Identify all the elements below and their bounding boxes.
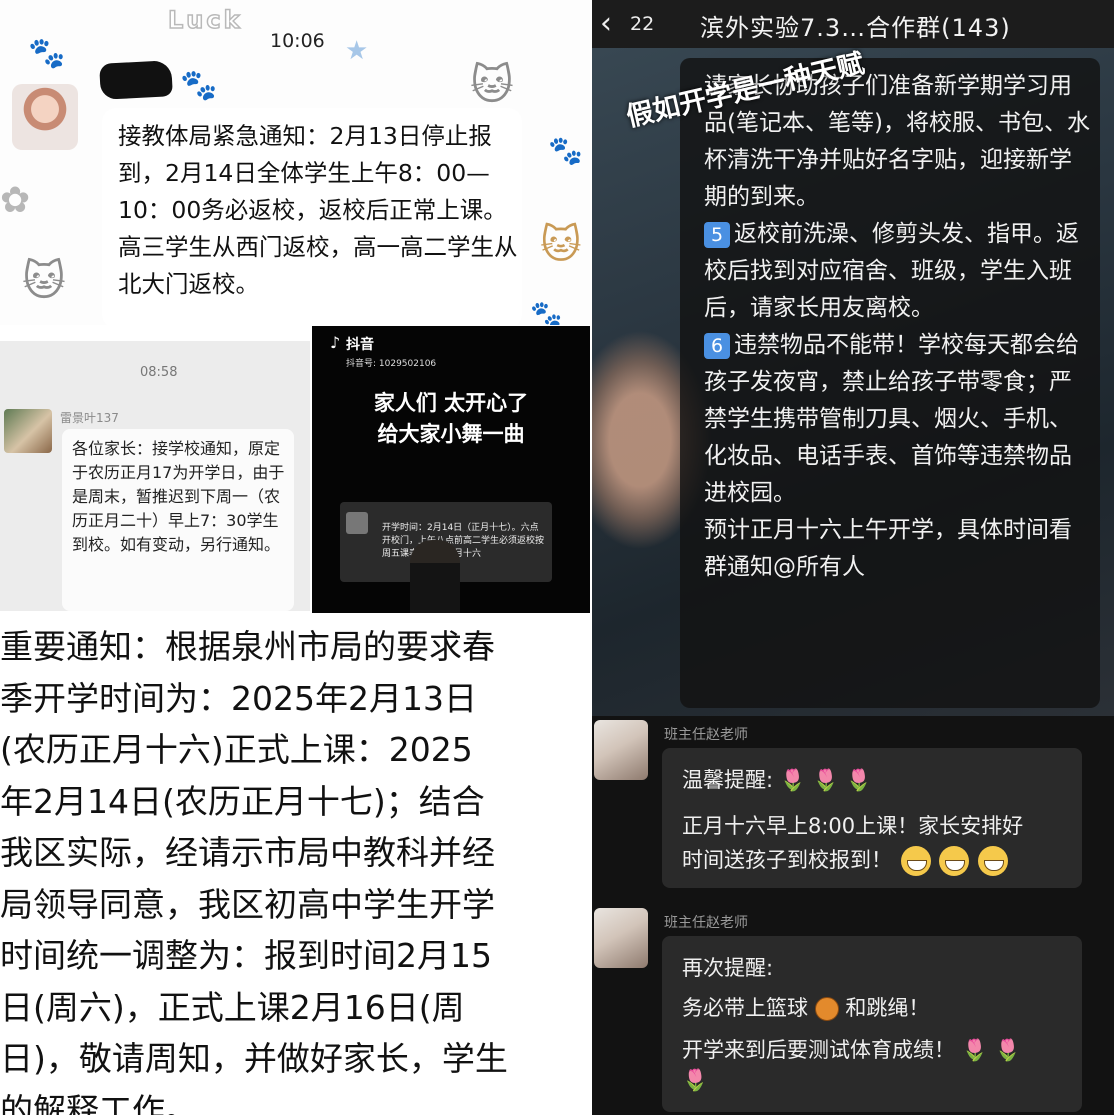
avatar <box>346 512 368 534</box>
item-5-text: 返校前洗澡、修剪头发、指甲。返校后找到对应宿舍、班级，学生入班后，请家长用友离校… <box>704 221 1079 321</box>
notice-panel: 重要通知：根据泉州市局的要求春 季开学时间为：2025年2月13日 (农历正月十… <box>0 613 592 1115</box>
douyin-logo-icon: ♪ <box>330 333 341 352</box>
tulip-icon: 🌷 <box>994 1038 1021 1062</box>
avatar[interactable] <box>12 84 78 150</box>
message-text: 请家长协助孩子们准备新学期学习用品(笔记本、笔等)，将校服、书包、水杯清洗干净并… <box>704 68 1094 586</box>
douyin-video-panel[interactable]: ♪ 抖音 抖音号: 1029502106 家人们 太开心了 给大家小舞一曲 开学… <box>312 326 590 616</box>
message-title: 再次提醒: <box>682 956 774 980</box>
avatar[interactable] <box>594 720 648 780</box>
grin-emoji-icon <box>978 846 1009 876</box>
caption-line: 给大家小舞一曲 <box>377 422 525 446</box>
sender-name: 雷景叶137 <box>60 411 119 425</box>
message-time: 08:58 <box>140 365 178 380</box>
tulip-icon: 🌷 <box>845 768 872 792</box>
cat-sticker-icon: 🐱 <box>540 222 582 268</box>
redacted-name <box>99 60 173 100</box>
sms-panel: 08:58 雷景叶137 各位家长：接学校通知，原定于农历正月17为开学日，由于… <box>0 341 310 611</box>
message-text: 接教体局紧急通知：2月13日停止报到，2月14日全体学生上午8：00—10：00… <box>118 122 518 298</box>
outro-text: 预计正月十六上午开学，具体时间看群通知@所有人 <box>704 517 1072 580</box>
video-caption: 家人们 太开心了 给大家小舞一曲 <box>312 388 590 450</box>
caption-line: 家人们 太开心了 <box>373 391 529 415</box>
group-chat-panel: ‹ 22 滨外实验7.3…合作群(143) 请家长协助孩子们准备新学期学习用品(… <box>592 0 1114 716</box>
avatar[interactable] <box>4 409 52 453</box>
cat-sticker-icon: 🐱 <box>470 60 514 109</box>
grin-emoji-icon <box>939 846 970 876</box>
message-text: 时间送孩子到校报到！ <box>682 848 892 872</box>
status-time: 10:06 <box>270 30 325 52</box>
sender-name: 班主任赵老师 <box>664 915 748 931</box>
embedded-message-text: 开学时间：2月14日（正月十七）。六点开校门，上午八点前高二学生必须返校按周五课… <box>382 523 545 559</box>
tulip-icon: 🌷 <box>812 768 839 792</box>
dancing-person-figure <box>410 540 460 616</box>
basketball-icon <box>814 997 839 1021</box>
app-name: 抖音 <box>346 337 374 353</box>
tulip-icon: 🌷 <box>961 1038 988 1062</box>
message-line: 🌷 <box>682 1068 708 1093</box>
paw-icon: 🐾 <box>180 68 218 103</box>
message-text: 和跳绳！ <box>845 996 930 1020</box>
back-arrow-icon[interactable]: ‹ <box>600 6 612 41</box>
douyin-handle: 抖音号: 1029502106 <box>346 359 437 369</box>
sender-name: 班主任赵老师 <box>664 727 748 743</box>
paw-icon: 🐾 <box>530 300 563 325</box>
paw-icon: 🐾 <box>28 36 66 71</box>
message-line: 务必带上篮球 和跳绳！ <box>682 992 929 1022</box>
message-text: 各位家长：接学校通知，原定于农历正月17为开学日，由于是周末，暂推迟到下周一（农… <box>72 439 285 554</box>
message-line: 时间送孩子到校报到！ <box>682 844 1009 876</box>
message-line: 开学来到后要测试体育成绩！ 🌷 🌷 <box>682 1034 1021 1064</box>
unread-count[interactable]: 22 <box>630 13 654 35</box>
message-line: 正月十六早上8:00上课！家长安排好 <box>682 814 1024 838</box>
luck-sticker-text: Luck <box>167 5 243 35</box>
star-icon: ★ <box>345 36 369 66</box>
paw-icon: 🐾 <box>548 134 583 167</box>
group-title: 滨外实验7.3…合作群(143) <box>700 14 1011 42</box>
message-text: 务必带上篮球 <box>682 996 808 1020</box>
message-text: 开学来到后要测试体育成绩！ <box>682 1038 955 1062</box>
notice-text: 重要通知：根据泉州市局的要求春 季开学时间为：2025年2月13日 (农历正月十… <box>0 627 508 1115</box>
cute-chat-panel: 🐾 Luck 10:06 ★ 🐾 🐱 ✿ 🐾 🐱 🐱 🐾 接教体局紧急通知：2月… <box>0 0 590 325</box>
flower-icon: ✿ <box>0 180 31 221</box>
item-6-text: 违禁物品不能带！学校每天都会给孩子发夜宵，禁止给孩子带零食；严禁学生携带管制刀具… <box>704 332 1079 506</box>
teacher-chat-panel: 班主任赵老师 温馨提醒: 🌷 🌷 🌷 正月十六早上8:00上课！家长安排好 时间… <box>592 716 1114 1115</box>
grin-emoji-icon <box>900 846 931 876</box>
message-title: 温馨提醒: <box>682 768 774 792</box>
message-line: 温馨提醒: 🌷 🌷 🌷 <box>682 764 872 794</box>
cat-sticker-icon: 🐱 <box>22 256 66 305</box>
number-5-icon: 5 <box>704 222 730 248</box>
tulip-icon: 🌷 <box>779 768 806 792</box>
number-6-icon: 6 <box>704 333 730 359</box>
avatar[interactable] <box>594 908 648 968</box>
tulip-icon: 🌷 <box>682 1068 709 1092</box>
